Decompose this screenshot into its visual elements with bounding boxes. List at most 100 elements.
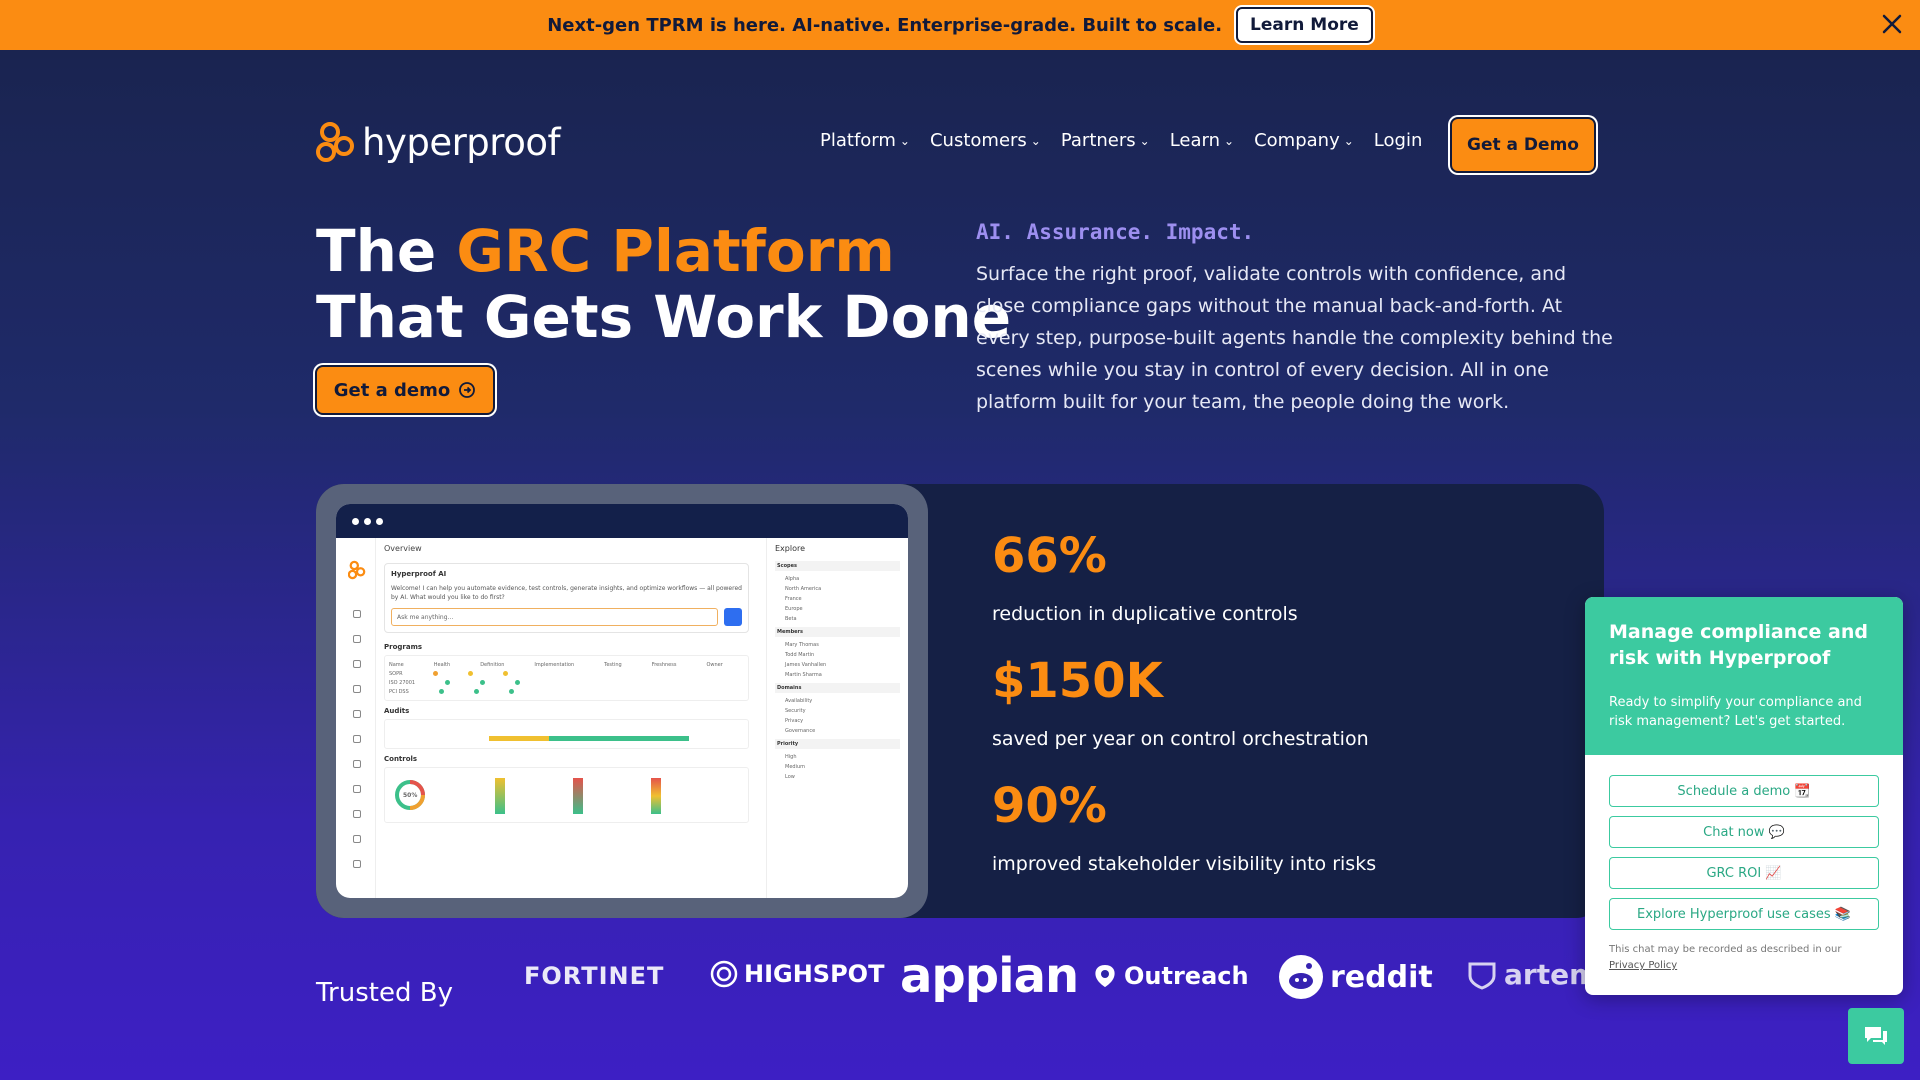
get-a-demo-button[interactable]: Get a Demo — [1450, 117, 1596, 173]
brand-logo-highspot: HIGHSPOT — [710, 960, 884, 988]
nav-icon — [353, 710, 361, 718]
chat-subtitle: Ready to simplify your compliance and ri… — [1609, 695, 1862, 729]
logo-icon — [348, 560, 366, 580]
ai-message: Welcome! I can help you automate evidenc… — [391, 585, 742, 601]
stat-value: $150K — [992, 653, 1163, 709]
status-dot — [473, 689, 479, 694]
explore-section: Domains — [775, 683, 900, 693]
nav-customers[interactable]: Customers ⌄ — [930, 130, 1041, 151]
col-header: Freshness — [651, 661, 677, 668]
logo-text: hyperproof — [362, 120, 561, 164]
health-percent: 50% — [403, 792, 418, 799]
explore-item: High — [785, 754, 797, 760]
col-header: Definition — [480, 661, 505, 668]
explore-section: Priority — [775, 739, 900, 749]
window-dot — [352, 517, 359, 525]
chevron-down-icon: ⌄ — [1030, 133, 1041, 148]
controls-table: 50% — [384, 767, 749, 823]
grc-roi-button[interactable]: GRC ROI 📈 — [1609, 857, 1879, 889]
explore-item: Beta — [785, 616, 797, 622]
nav-icon — [353, 810, 361, 818]
schedule-demo-button[interactable]: Schedule a demo 📆 — [1609, 775, 1879, 807]
audits-heading: Audits — [384, 707, 410, 715]
learn-more-button[interactable]: Learn More — [1236, 7, 1373, 43]
col-header: Testing — [604, 661, 622, 668]
programs-heading: Programs — [384, 643, 423, 651]
nav-icon — [353, 610, 361, 618]
col-header: Health — [433, 661, 451, 668]
explore-title: Explore — [775, 544, 806, 553]
logo-carousel: FORTINET HIGHSPOT appian Outreach reddit… — [520, 940, 1600, 1030]
status-dot — [502, 671, 508, 676]
brand-logo-reddit: reddit — [1278, 954, 1433, 1000]
announcement-text: Next-gen TPRM is here. AI-native. Enterp… — [547, 14, 1223, 36]
nav-icon — [353, 785, 361, 793]
mockup-body: Overview Hyperproof AI Welcome! I can he… — [336, 538, 908, 898]
nav-label: Platform — [820, 130, 896, 151]
nav-label: Customers — [929, 130, 1027, 151]
privacy-policy-link[interactable]: Privacy Policy — [1609, 960, 1677, 971]
ai-title: Hyperproof AI — [391, 570, 447, 578]
brand-logo-fortinet: FORTINET — [524, 962, 665, 990]
nav-login[interactable]: Login — [1374, 130, 1423, 151]
explore-section: Scopes — [775, 561, 900, 571]
nav-learn[interactable]: Learn ⌄ — [1170, 130, 1234, 151]
logo[interactable]: hyperproof — [316, 120, 561, 164]
chat-options: Schedule a demo 📆 Chat now 💬 GRC ROI 📈 E… — [1585, 755, 1903, 930]
stat-label: reduction in duplicative controls — [992, 603, 1298, 625]
reddit-icon — [1279, 955, 1323, 999]
brand-logo-appian: appian — [900, 948, 1079, 1004]
explore-item: Europe — [785, 606, 803, 612]
row-name: PCI DSS — [389, 688, 409, 695]
mockup-titlebar — [336, 504, 908, 538]
hero-demo-label: Get a demo — [333, 379, 451, 401]
row-name: ISO 27001 — [389, 679, 416, 686]
nav-platform[interactable]: Platform ⌄ — [820, 130, 910, 151]
ai-input: Ask me anything... — [391, 608, 718, 626]
nav-label: Partners — [1060, 130, 1136, 151]
use-cases-button[interactable]: Explore Hyperproof use cases 📚 — [1609, 898, 1879, 930]
ai-input-row: Ask me anything... — [391, 608, 742, 626]
chevron-down-icon: ⌄ — [1139, 133, 1150, 148]
close-icon[interactable] — [1880, 12, 1904, 36]
window-dot — [364, 517, 371, 525]
nav-icon — [353, 685, 361, 693]
brand-logo-artem: artem — [1466, 958, 1598, 991]
status-dot — [438, 689, 444, 694]
mockup-sidebar — [336, 538, 376, 898]
bar — [651, 778, 661, 814]
col-header: Implementation — [534, 661, 575, 668]
col-header: Owner — [706, 661, 723, 668]
status-dot — [508, 689, 514, 694]
brand-name: Outreach — [1124, 962, 1249, 990]
stat-value: 90% — [992, 778, 1107, 834]
chat-now-button[interactable]: Chat now 💬 — [1609, 816, 1879, 848]
chat-widget: Manage compliance and risk with Hyperpro… — [1585, 597, 1903, 995]
hero-demo-button[interactable]: Get a demo — [315, 365, 495, 415]
product-mockup: Overview Hyperproof AI Welcome! I can he… — [336, 504, 908, 898]
nav-company[interactable]: Company ⌄ — [1254, 130, 1354, 151]
nav-partners[interactable]: Partners ⌄ — [1061, 130, 1150, 151]
table-row: PCI DSS — [389, 687, 744, 696]
table-row: ISO 27001 — [389, 678, 744, 687]
chat-launcher-button[interactable] — [1848, 1008, 1904, 1064]
tagline: AI. Assurance. Impact. — [976, 220, 1255, 244]
chevron-down-icon: ⌄ — [1224, 133, 1235, 148]
title-prefix: The — [316, 217, 437, 285]
explore-item: Mary Thomas — [785, 642, 819, 648]
arrow-circle-icon — [459, 382, 476, 398]
chat-title: Manage compliance and risk with Hyperpro… — [1609, 621, 1868, 669]
explore-item: France — [785, 596, 802, 602]
explore-item: Privacy — [785, 718, 804, 724]
chat-disclaimer: This chat may be recorded as described i… — [1585, 930, 1903, 986]
audits-table — [384, 719, 749, 749]
chevron-down-icon: ⌄ — [899, 133, 910, 148]
nav-label: Company — [1254, 130, 1340, 151]
hero-description: Surface the right proof, validate contro… — [976, 263, 1613, 413]
announcement-bar: Next-gen TPRM is here. AI-native. Enterp… — [0, 0, 1920, 50]
status-dot — [445, 680, 451, 685]
progress-bar — [489, 736, 689, 741]
stat-value: 66% — [992, 528, 1107, 584]
explore-item: Martin Sharma — [785, 672, 822, 678]
row-name: SOPR — [389, 670, 403, 677]
